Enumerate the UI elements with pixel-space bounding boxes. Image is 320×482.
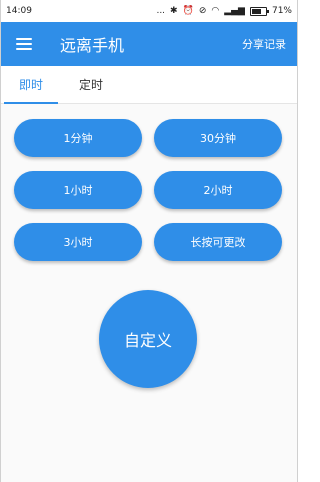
app-bar: 远离手机 分享记录 xyxy=(0,22,298,66)
status-bar: 14:09 ... ✱ ⏰ ⊘ ◠ ▂▄▆ 71% xyxy=(0,0,298,22)
frame-right-border xyxy=(297,0,298,482)
timer-button-30min[interactable]: 30分钟 xyxy=(154,119,282,157)
timer-button-2hour[interactable]: 2小时 xyxy=(154,171,282,209)
timer-button-1hour[interactable]: 1小时 xyxy=(14,171,142,209)
tab-scheduled[interactable]: 定时 xyxy=(62,66,120,103)
status-right: ... ✱ ⏰ ⊘ ◠ ▂▄▆ 71% xyxy=(156,6,292,16)
battery-percent: 71% xyxy=(271,6,292,16)
bluetooth-icon: ✱ xyxy=(170,5,178,16)
alarm-icon: ⏰ xyxy=(182,5,194,16)
status-time: 14:09 xyxy=(6,6,32,16)
timer-button-3hour[interactable]: 3小时 xyxy=(14,223,142,261)
frame-left-border xyxy=(0,0,1,482)
app-title: 远离手机 xyxy=(60,36,125,55)
menu-icon[interactable] xyxy=(16,38,32,50)
dots-icon: ... xyxy=(156,5,166,16)
timer-button-grid: 1分钟 30分钟 1小时 2小时 3小时 长按可更改 xyxy=(14,119,282,261)
timer-button-1min[interactable]: 1分钟 xyxy=(14,119,142,157)
status-left: 14:09 xyxy=(6,6,32,16)
timer-button-long-press-edit[interactable]: 长按可更改 xyxy=(154,223,282,261)
share-records-button[interactable]: 分享记录 xyxy=(242,36,286,52)
custom-timer-button[interactable]: 自定义 xyxy=(99,290,197,388)
tab-bar: 即时 定时 xyxy=(0,66,298,104)
signal-icon: ▂▄▆ xyxy=(224,5,245,16)
mute-icon: ⊘ xyxy=(198,5,207,16)
battery-icon xyxy=(249,6,269,16)
content-area: 1分钟 30分钟 1小时 2小时 3小时 长按可更改 自定义 xyxy=(0,104,298,482)
tab-instant[interactable]: 即时 xyxy=(2,66,60,104)
wifi-icon: ◠ xyxy=(211,5,220,16)
